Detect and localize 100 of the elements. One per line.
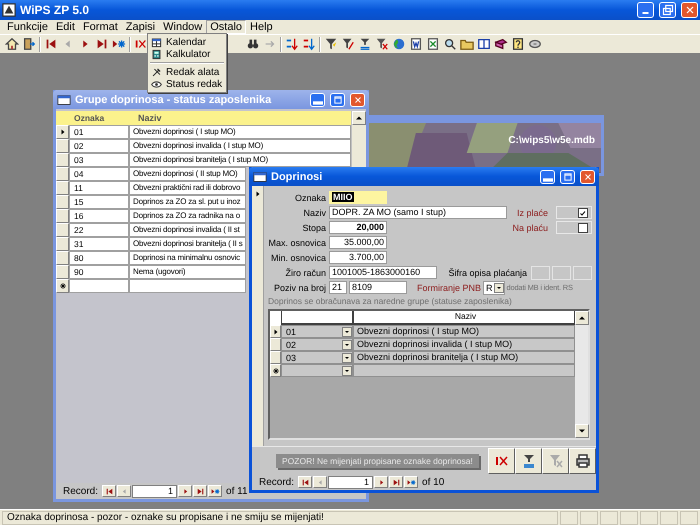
menu-item[interactable]: Redak alata bbox=[148, 66, 226, 78]
min-osnovica-field[interactable]: 3.700,00 bbox=[329, 251, 387, 264]
field-label: Žiro račun bbox=[284, 268, 327, 278]
help-icon[interactable] bbox=[511, 37, 525, 51]
checkbox[interactable] bbox=[578, 208, 588, 218]
record-number-field[interactable]: 1 bbox=[328, 476, 374, 488]
last-record-button[interactable] bbox=[193, 485, 208, 497]
filter-cross-icon[interactable] bbox=[375, 37, 389, 51]
previous-record-button[interactable] bbox=[313, 476, 328, 488]
home-icon[interactable] bbox=[5, 37, 19, 51]
code-cell[interactable] bbox=[281, 364, 353, 377]
menu-item[interactable]: Ostalo bbox=[206, 20, 246, 34]
table-cell[interactable] bbox=[129, 279, 246, 293]
menu-item[interactable]: Status redak bbox=[148, 78, 226, 90]
record-count: of 11 bbox=[226, 486, 248, 496]
close-button[interactable] bbox=[681, 2, 698, 18]
code-field[interactable] bbox=[552, 266, 571, 280]
folder-icon[interactable] bbox=[460, 37, 474, 51]
exit-door-icon[interactable] bbox=[22, 37, 36, 51]
row-selector[interactable] bbox=[270, 364, 281, 377]
sort-ascending-icon[interactable] bbox=[285, 37, 299, 51]
menu-item[interactable]: Funkcije bbox=[3, 20, 52, 34]
first-record-icon[interactable] bbox=[44, 37, 58, 51]
restore-button[interactable] bbox=[659, 2, 676, 18]
model-field[interactable]: 21 bbox=[329, 281, 347, 294]
column-header[interactable] bbox=[281, 311, 353, 325]
filter-icon[interactable] bbox=[324, 37, 338, 51]
spreadsheet-icon[interactable] bbox=[426, 37, 440, 51]
checkbox[interactable] bbox=[578, 222, 588, 232]
form-icon bbox=[57, 92, 71, 106]
first-record-button[interactable] bbox=[102, 485, 116, 497]
stopa-field[interactable]: 20,000 bbox=[329, 221, 387, 234]
magnifier-icon[interactable] bbox=[443, 37, 457, 51]
row-selector[interactable] bbox=[56, 279, 69, 293]
menu-item[interactable]: Help bbox=[246, 20, 277, 34]
print-button[interactable] bbox=[569, 448, 596, 474]
menu-item[interactable]: Window bbox=[159, 20, 206, 34]
scroll-down-icon[interactable] bbox=[575, 424, 589, 438]
last-record-button[interactable] bbox=[389, 476, 404, 488]
minimize-button[interactable] bbox=[637, 2, 654, 18]
table-cell: Obvezni doprinosi branitelja ( II s bbox=[133, 238, 243, 250]
scrollbar[interactable] bbox=[351, 111, 366, 167]
first-record-button[interactable] bbox=[298, 476, 312, 488]
code-cell[interactable]: 01 bbox=[281, 325, 353, 338]
table-cell: Obvezni praktični rad ili dobrovo bbox=[133, 182, 240, 194]
code-cell[interactable]: 03 bbox=[281, 351, 353, 364]
menu-item[interactable]: Format bbox=[78, 20, 122, 34]
filter-lines-icon[interactable] bbox=[358, 37, 372, 51]
field-label: Šifra opisa plaćanja bbox=[448, 268, 527, 278]
sort-descending-icon[interactable] bbox=[302, 37, 316, 51]
scroll-up-icon[interactable] bbox=[352, 111, 366, 125]
column-header[interactable]: Oznaka bbox=[69, 111, 129, 125]
poziv-na-broj-field[interactable]: 8109 bbox=[349, 281, 407, 294]
menu-item[interactable]: Edit bbox=[52, 20, 79, 34]
close-button[interactable] bbox=[580, 170, 595, 184]
delete-record-icon[interactable] bbox=[134, 37, 148, 51]
code-cell[interactable]: 02 bbox=[281, 338, 353, 351]
filter-pencil-icon[interactable] bbox=[341, 37, 355, 51]
next-record-button[interactable] bbox=[178, 485, 192, 497]
previous-record-button[interactable] bbox=[117, 485, 132, 497]
code-field[interactable] bbox=[531, 266, 550, 280]
naziv-field[interactable]: DOPR. ZA MO (samo I stup) bbox=[329, 206, 507, 219]
next-record-button[interactable] bbox=[374, 476, 388, 488]
max-osnovica-field[interactable]: 35.000,00 bbox=[329, 236, 387, 249]
scroll-up-icon[interactable] bbox=[575, 311, 589, 325]
book-icon[interactable] bbox=[477, 37, 491, 51]
maximize-button[interactable] bbox=[560, 170, 575, 184]
status-panel bbox=[600, 510, 618, 524]
status-text: Oznaka doprinosa - pozor - oznake su propisane i ne smiju se mijenjati! bbox=[2, 510, 558, 524]
last-record-icon[interactable] bbox=[95, 37, 109, 51]
minimize-button[interactable] bbox=[540, 170, 555, 184]
row-selector[interactable] bbox=[270, 325, 281, 338]
binoculars-icon[interactable] bbox=[246, 37, 260, 51]
menu-item[interactable]: Kalkulator bbox=[148, 48, 226, 60]
status-panel bbox=[640, 510, 658, 524]
field-label: Stopa bbox=[301, 222, 327, 232]
table-cell[interactable] bbox=[69, 279, 129, 293]
table-cell: Doprinos za ZO za radnika na o bbox=[133, 210, 240, 222]
column-header[interactable]: Naziv bbox=[353, 311, 575, 325]
document-icon[interactable] bbox=[409, 37, 423, 51]
new-record-button[interactable] bbox=[404, 476, 418, 488]
record-pointer-icon bbox=[58, 128, 66, 136]
pnb-dropdown[interactable]: R bbox=[483, 280, 505, 294]
column-header[interactable]: Naziv bbox=[129, 111, 351, 125]
disk-icon[interactable] bbox=[528, 37, 542, 51]
menu-item[interactable]: Kalendar bbox=[148, 36, 226, 48]
record-number-field[interactable]: 1 bbox=[132, 484, 178, 498]
code-field[interactable] bbox=[573, 266, 592, 280]
books-icon[interactable] bbox=[494, 37, 508, 51]
new-record-button[interactable] bbox=[208, 485, 222, 497]
menu-item[interactable]: Zapisi bbox=[122, 20, 160, 34]
record-pointer-icon bbox=[254, 190, 262, 198]
oznaka-field[interactable]: MIIO bbox=[329, 191, 387, 204]
ziro-racun-field[interactable]: 1001005-1863000160 bbox=[329, 266, 437, 279]
scrollbar[interactable] bbox=[575, 311, 588, 438]
globe-icon[interactable] bbox=[392, 37, 406, 51]
filter-button[interactable] bbox=[515, 448, 542, 474]
remove-filter-button[interactable] bbox=[542, 448, 569, 474]
row-selector[interactable] bbox=[56, 125, 69, 139]
delete-record-button[interactable] bbox=[488, 448, 515, 474]
